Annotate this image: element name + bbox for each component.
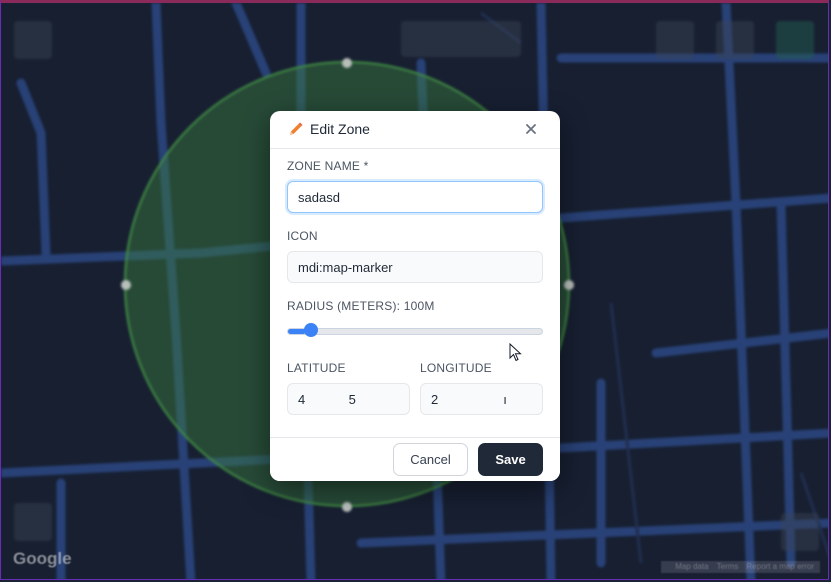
radius-slider-track[interactable]	[287, 328, 543, 335]
radius-label: RADIUS (METERS): 100M	[287, 299, 435, 313]
icon-label: ICON	[287, 229, 318, 243]
dialog-header: Edit Zone	[270, 111, 560, 149]
pencil-icon	[290, 122, 303, 135]
map-attribution[interactable]: Map data Terms Report a map error	[661, 561, 820, 573]
dialog-title: Edit Zone	[310, 121, 370, 137]
mouse-cursor-icon	[509, 343, 522, 362]
attribution-terms[interactable]: Terms	[717, 562, 739, 571]
longitude-input[interactable]	[420, 383, 543, 415]
edit-zone-dialog: Edit Zone ZONE NAME * ICON RADIUS (METER…	[270, 111, 560, 481]
cancel-button[interactable]: Cancel	[393, 443, 468, 476]
icon-input[interactable]	[287, 251, 543, 283]
zone-name-input[interactable]	[287, 181, 543, 213]
close-icon[interactable]	[524, 122, 538, 136]
attribution-report[interactable]: Report a map error	[746, 562, 814, 571]
attribution-map-data[interactable]: Map data	[675, 562, 708, 571]
dialog-footer: Cancel Save	[270, 437, 560, 481]
latitude-label: LATITUDE	[287, 361, 346, 375]
longitude-label: LONGITUDE	[420, 361, 492, 375]
app-frame: Google Map data Terms Report a map error E…	[0, 0, 829, 580]
zone-name-label: ZONE NAME *	[287, 159, 369, 173]
radius-slider-thumb[interactable]	[303, 323, 318, 337]
latitude-input[interactable]	[287, 383, 410, 415]
google-logo: Google	[13, 549, 72, 568]
save-button[interactable]: Save	[478, 443, 543, 476]
